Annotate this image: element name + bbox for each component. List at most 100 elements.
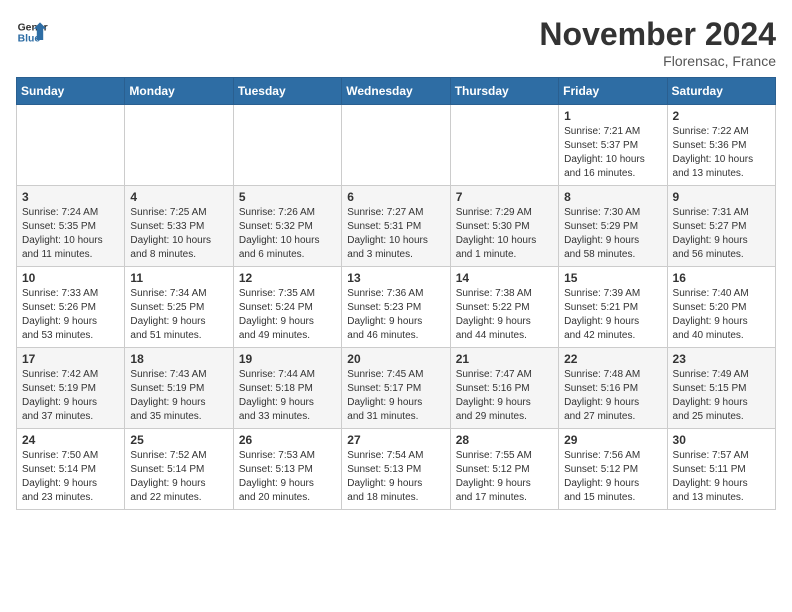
calendar-table: SundayMondayTuesdayWednesdayThursdayFrid… [16, 77, 776, 510]
day-number: 10 [22, 271, 119, 285]
calendar-cell: 9 Sunrise: 7:31 AM Sunset: 5:27 PM Daylig… [667, 186, 775, 267]
day-number: 11 [130, 271, 227, 285]
calendar-cell: 30 Sunrise: 7:57 AM Sunset: 5:11 PM Dayli… [667, 429, 775, 510]
day-info: Sunrise: 7:43 AM Sunset: 5:19 PM Dayligh… [130, 368, 227, 424]
weekday-header-row: SundayMondayTuesdayWednesdayThursdayFrid… [17, 78, 776, 105]
day-info: Sunrise: 7:25 AM Sunset: 5:33 PM Dayligh… [130, 206, 227, 262]
calendar-cell: 19 Sunrise: 7:44 AM Sunset: 5:18 PM Dayli… [233, 348, 341, 429]
day-number: 19 [239, 352, 336, 366]
day-number: 26 [239, 433, 336, 447]
day-number: 27 [347, 433, 444, 447]
day-info: Sunrise: 7:26 AM Sunset: 5:32 PM Dayligh… [239, 206, 336, 262]
weekday-header-monday: Monday [125, 78, 233, 105]
calendar-cell: 3Sunrise: 7:24 AM Sunset: 5:35 PM Daylig… [17, 186, 125, 267]
weekday-header-sunday: Sunday [17, 78, 125, 105]
day-info: Sunrise: 7:35 AM Sunset: 5:24 PM Dayligh… [239, 287, 336, 343]
logo-icon: General Blue [16, 16, 48, 48]
calendar-cell: 22 Sunrise: 7:48 AM Sunset: 5:16 PM Dayli… [559, 348, 667, 429]
day-number: 5 [239, 190, 336, 204]
calendar-cell: 1Sunrise: 7:21 AM Sunset: 5:37 PM Daylig… [559, 105, 667, 186]
calendar-cell: 26Sunrise: 7:53 AM Sunset: 5:13 PM Dayli… [233, 429, 341, 510]
day-number: 12 [239, 271, 336, 285]
weekday-header-saturday: Saturday [667, 78, 775, 105]
calendar-cell [125, 105, 233, 186]
day-info: Sunrise: 7:27 AM Sunset: 5:31 PM Dayligh… [347, 206, 444, 262]
calendar-cell [233, 105, 341, 186]
day-number: 25 [130, 433, 227, 447]
calendar-cell: 27 Sunrise: 7:54 AM Sunset: 5:13 PM Dayli… [342, 429, 450, 510]
day-number: 20 [347, 352, 444, 366]
day-number: 17 [22, 352, 119, 366]
calendar-cell [450, 105, 558, 186]
day-number: 30 [673, 433, 770, 447]
calendar-cell: 28 Sunrise: 7:55 AM Sunset: 5:12 PM Dayli… [450, 429, 558, 510]
week-row-3: 10Sunrise: 7:33 AM Sunset: 5:26 PM Dayli… [17, 267, 776, 348]
day-info: Sunrise: 7:38 AM Sunset: 5:22 PM Dayligh… [456, 287, 553, 343]
day-info: Sunrise: 7:56 AM Sunset: 5:12 PM Dayligh… [564, 449, 661, 505]
day-number: 7 [456, 190, 553, 204]
calendar-cell: 4Sunrise: 7:25 AM Sunset: 5:33 PM Daylig… [125, 186, 233, 267]
day-number: 14 [456, 271, 553, 285]
day-info: Sunrise: 7:36 AM Sunset: 5:23 PM Dayligh… [347, 287, 444, 343]
month-title: November 2024 [539, 16, 776, 53]
calendar-cell: 2Sunrise: 7:22 AM Sunset: 5:36 PM Daylig… [667, 105, 775, 186]
day-info: Sunrise: 7:29 AM Sunset: 5:30 PM Dayligh… [456, 206, 553, 262]
title-block: November 2024 Florensac, France [539, 16, 776, 69]
weekday-header-friday: Friday [559, 78, 667, 105]
day-info: Sunrise: 7:52 AM Sunset: 5:14 PM Dayligh… [130, 449, 227, 505]
weekday-header-wednesday: Wednesday [342, 78, 450, 105]
day-info: Sunrise: 7:49 AM Sunset: 5:15 PM Dayligh… [673, 368, 770, 424]
day-info: Sunrise: 7:57 AM Sunset: 5:11 PM Dayligh… [673, 449, 770, 505]
day-info: Sunrise: 7:44 AM Sunset: 5:18 PM Dayligh… [239, 368, 336, 424]
calendar-cell: 10Sunrise: 7:33 AM Sunset: 5:26 PM Dayli… [17, 267, 125, 348]
calendar-cell: 8 Sunrise: 7:30 AM Sunset: 5:29 PM Daylig… [559, 186, 667, 267]
calendar-cell [342, 105, 450, 186]
day-number: 15 [564, 271, 661, 285]
day-info: Sunrise: 7:34 AM Sunset: 5:25 PM Dayligh… [130, 287, 227, 343]
calendar-cell: 12 Sunrise: 7:35 AM Sunset: 5:24 PM Dayli… [233, 267, 341, 348]
day-number: 9 [673, 190, 770, 204]
calendar-cell: 5 Sunrise: 7:26 AM Sunset: 5:32 PM Daylig… [233, 186, 341, 267]
week-row-2: 3Sunrise: 7:24 AM Sunset: 5:35 PM Daylig… [17, 186, 776, 267]
week-row-1: 1Sunrise: 7:21 AM Sunset: 5:37 PM Daylig… [17, 105, 776, 186]
calendar-cell: 18 Sunrise: 7:43 AM Sunset: 5:19 PM Dayli… [125, 348, 233, 429]
calendar-cell: 7 Sunrise: 7:29 AM Sunset: 5:30 PM Daylig… [450, 186, 558, 267]
day-info: Sunrise: 7:54 AM Sunset: 5:13 PM Dayligh… [347, 449, 444, 505]
day-number: 24 [22, 433, 119, 447]
day-number: 6 [347, 190, 444, 204]
location: Florensac, France [539, 53, 776, 69]
calendar-cell: 20 Sunrise: 7:45 AM Sunset: 5:17 PM Dayli… [342, 348, 450, 429]
calendar-cell: 23Sunrise: 7:49 AM Sunset: 5:15 PM Dayli… [667, 348, 775, 429]
calendar-cell: 21Sunrise: 7:47 AM Sunset: 5:16 PM Dayli… [450, 348, 558, 429]
day-number: 29 [564, 433, 661, 447]
day-info: Sunrise: 7:48 AM Sunset: 5:16 PM Dayligh… [564, 368, 661, 424]
calendar-cell [17, 105, 125, 186]
day-info: Sunrise: 7:55 AM Sunset: 5:12 PM Dayligh… [456, 449, 553, 505]
day-info: Sunrise: 7:22 AM Sunset: 5:36 PM Dayligh… [673, 125, 770, 181]
calendar-cell: 13 Sunrise: 7:36 AM Sunset: 5:23 PM Dayli… [342, 267, 450, 348]
day-number: 8 [564, 190, 661, 204]
day-info: Sunrise: 7:42 AM Sunset: 5:19 PM Dayligh… [22, 368, 119, 424]
day-number: 3 [22, 190, 119, 204]
weekday-header-tuesday: Tuesday [233, 78, 341, 105]
day-number: 16 [673, 271, 770, 285]
day-number: 1 [564, 109, 661, 123]
day-number: 18 [130, 352, 227, 366]
day-number: 28 [456, 433, 553, 447]
day-info: Sunrise: 7:50 AM Sunset: 5:14 PM Dayligh… [22, 449, 119, 505]
calendar-cell: 24 Sunrise: 7:50 AM Sunset: 5:14 PM Dayli… [17, 429, 125, 510]
calendar-cell: 16 Sunrise: 7:40 AM Sunset: 5:20 PM Dayli… [667, 267, 775, 348]
week-row-4: 17 Sunrise: 7:42 AM Sunset: 5:19 PM Dayli… [17, 348, 776, 429]
day-info: Sunrise: 7:31 AM Sunset: 5:27 PM Dayligh… [673, 206, 770, 262]
calendar-cell: 14 Sunrise: 7:38 AM Sunset: 5:22 PM Dayli… [450, 267, 558, 348]
day-info: Sunrise: 7:30 AM Sunset: 5:29 PM Dayligh… [564, 206, 661, 262]
day-number: 22 [564, 352, 661, 366]
day-info: Sunrise: 7:40 AM Sunset: 5:20 PM Dayligh… [673, 287, 770, 343]
day-number: 13 [347, 271, 444, 285]
day-info: Sunrise: 7:45 AM Sunset: 5:17 PM Dayligh… [347, 368, 444, 424]
calendar-cell: 11 Sunrise: 7:34 AM Sunset: 5:25 PM Dayli… [125, 267, 233, 348]
calendar-cell: 29 Sunrise: 7:56 AM Sunset: 5:12 PM Dayli… [559, 429, 667, 510]
day-info: Sunrise: 7:47 AM Sunset: 5:16 PM Dayligh… [456, 368, 553, 424]
weekday-header-thursday: Thursday [450, 78, 558, 105]
page-header: General Blue November 2024 Florensac, Fr… [16, 16, 776, 69]
